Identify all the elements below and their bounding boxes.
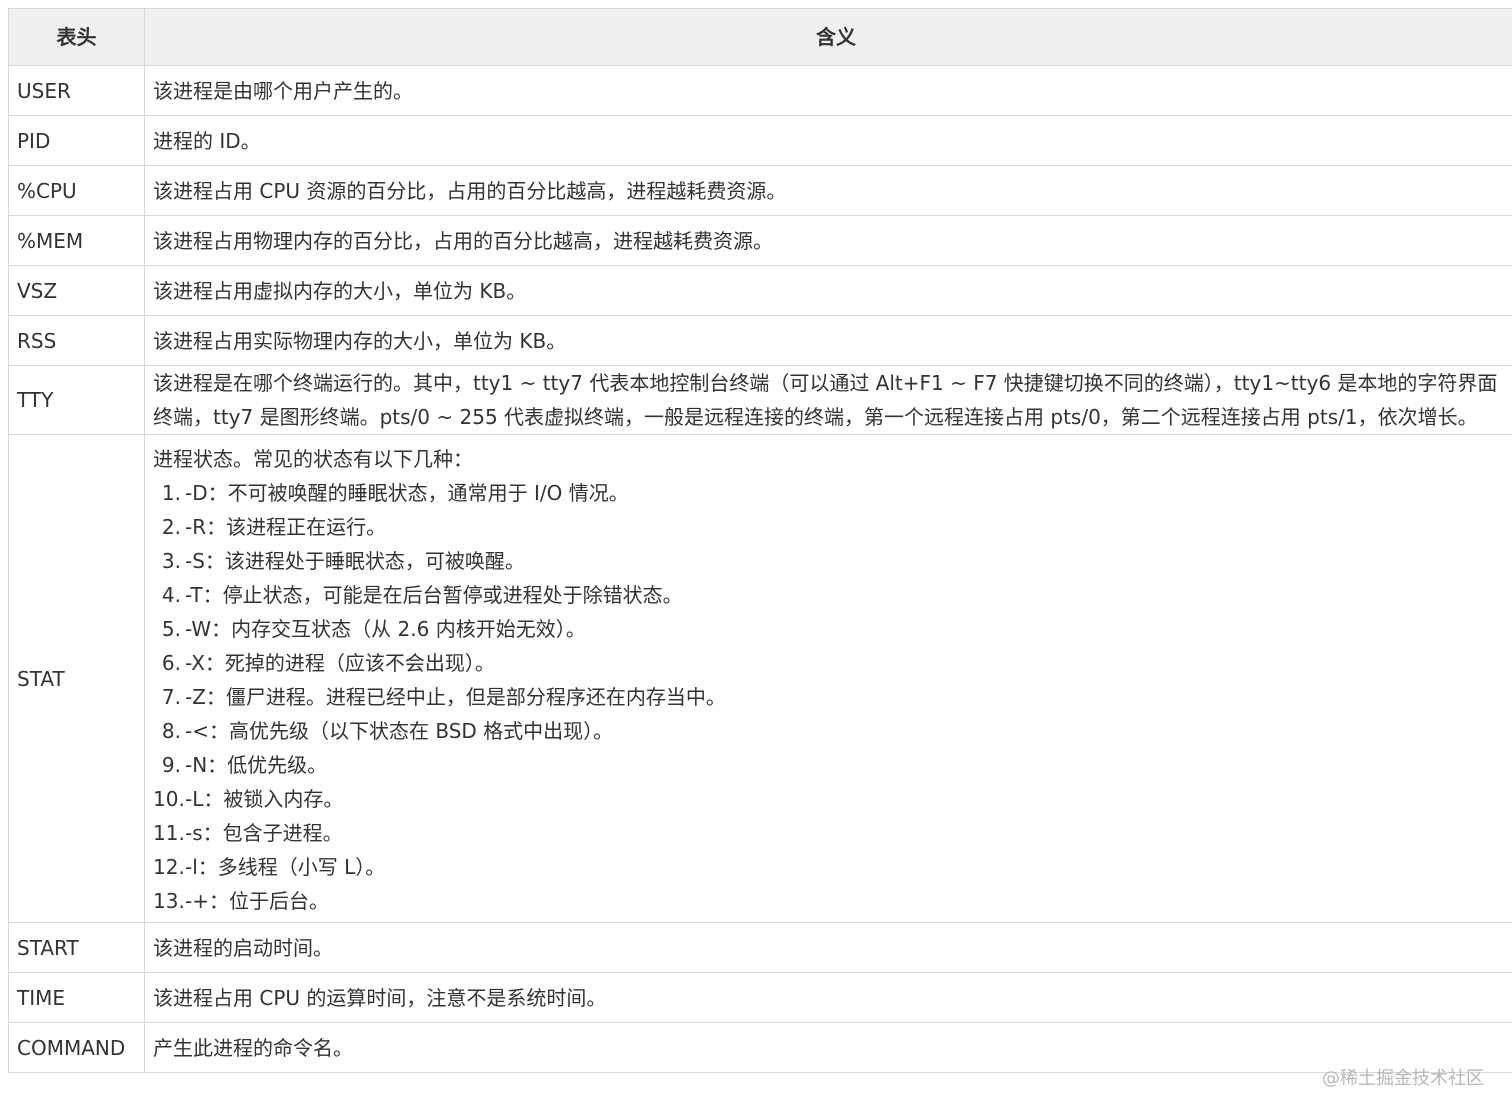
table-row: COMMAND 产生此进程的命令名。: [8, 1022, 1512, 1073]
stat-list-item: 3. -S：该进程处于睡眠状态，可被唤醒。: [153, 544, 1501, 578]
stat-item-number: 3.: [161, 549, 181, 573]
table-row: STAT 进程状态。常见的状态有以下几种： 1. -D：不可被唤醒的睡眠状态，通常…: [8, 434, 1512, 923]
field-name: RSS: [8, 315, 145, 366]
table-header-row: 表头 含义: [8, 8, 1512, 66]
stat-item-number: 8.: [161, 719, 181, 743]
ps-fields-table: 表头 含义 USER 该进程是由哪个用户产生的。 PID 进程的 ID。 %CP…: [8, 8, 1512, 1073]
stat-item-number: 13.: [153, 889, 185, 913]
stat-item-number: 1.: [161, 481, 181, 505]
stat-item-number: 5.: [161, 617, 181, 641]
field-desc: 该进程占用物理内存的百分比，占用的百分比越高，进程越耗费资源。: [144, 215, 1512, 266]
stat-list-item: 7. -Z：僵尸进程。进程已经中止，但是部分程序还在内存当中。: [153, 680, 1501, 714]
field-desc: 该进程是在哪个终端运行的。其中，tty1 ~ tty7 代表本地控制台终端（可以…: [144, 365, 1512, 435]
stat-item-text: -R：该进程正在运行。: [185, 515, 387, 539]
stat-list-item: 11.-s：包含子进程。: [153, 816, 1501, 850]
table-row: RSS 该进程占用实际物理内存的大小，单位为 KB。: [8, 315, 1512, 366]
table-row: VSZ 该进程占用虚拟内存的大小，单位为 KB。: [8, 265, 1512, 316]
stat-item-number: 4.: [161, 583, 181, 607]
stat-list-item: 12.-l：多线程（小写 L）。: [153, 850, 1501, 884]
field-desc: 该进程是由哪个用户产生的。: [144, 65, 1512, 116]
field-desc: 该进程占用 CPU 资源的百分比，占用的百分比越高，进程越耗费资源。: [144, 165, 1512, 216]
header-meaning: 含义: [144, 8, 1512, 66]
field-desc: 该进程的启动时间。: [144, 922, 1512, 973]
field-name: PID: [8, 115, 145, 166]
table-row: TIME 该进程占用 CPU 的运算时间，注意不是系统时间。: [8, 972, 1512, 1023]
stat-item-number: 6.: [161, 651, 181, 675]
field-name: STAT: [8, 434, 145, 923]
stat-intro: 进程状态。常见的状态有以下几种：: [153, 447, 473, 471]
field-desc: 该进程占用实际物理内存的大小，单位为 KB。: [144, 315, 1512, 366]
stat-list-item: 6. -X：死掉的进程（应该不会出现）。: [153, 646, 1501, 680]
stat-item-number: 2.: [161, 515, 181, 539]
table-row: %MEM 该进程占用物理内存的百分比，占用的百分比越高，进程越耗费资源。: [8, 215, 1512, 266]
stat-item-number: 10.: [153, 787, 185, 811]
stat-item-text: -<：高优先级（以下状态在 BSD 格式中出现）。: [185, 719, 614, 743]
stat-item-text: -W：内存交互状态（从 2.6 内核开始无效）。: [185, 617, 586, 641]
stat-item-text: -L：被锁入内存。: [185, 787, 344, 811]
stat-list-item: 2. -R：该进程正在运行。: [153, 510, 1501, 544]
field-desc: 进程的 ID。: [144, 115, 1512, 166]
stat-list-item: 4. -T：停止状态，可能是在后台暂停或进程处于除错状态。: [153, 578, 1501, 612]
stat-item-text: -l：多线程（小写 L）。: [185, 855, 386, 879]
table-row: %CPU 该进程占用 CPU 资源的百分比，占用的百分比越高，进程越耗费资源。: [8, 165, 1512, 216]
header-field: 表头: [8, 8, 145, 66]
stat-list-item: 1. -D：不可被唤醒的睡眠状态，通常用于 I/O 情况。: [153, 476, 1501, 510]
stat-item-text: -X：死掉的进程（应该不会出现）。: [185, 651, 495, 675]
stat-item-text: -Z：僵尸进程。进程已经中止，但是部分程序还在内存当中。: [185, 685, 726, 709]
field-name: %MEM: [8, 215, 145, 266]
stat-item-text: -D：不可被唤醒的睡眠状态，通常用于 I/O 情况。: [185, 481, 629, 505]
field-desc: 该进程占用 CPU 的运算时间，注意不是系统时间。: [144, 972, 1512, 1023]
field-name: TTY: [8, 365, 145, 435]
stat-item-number: 12.: [153, 855, 185, 879]
stat-item-text: -N：低优先级。: [185, 753, 328, 777]
table-row: START 该进程的启动时间。: [8, 922, 1512, 973]
table-row: USER 该进程是由哪个用户产生的。: [8, 65, 1512, 116]
stat-list-item: 10.-L：被锁入内存。: [153, 782, 1501, 816]
field-name: USER: [8, 65, 145, 116]
page: 表头 含义 USER 该进程是由哪个用户产生的。 PID 进程的 ID。 %CP…: [0, 0, 1512, 1116]
stat-item-number: 9.: [161, 753, 181, 777]
stat-list-item: 9. -N：低优先级。: [153, 748, 1501, 782]
stat-item-number: 7.: [161, 685, 181, 709]
field-name: COMMAND: [8, 1022, 145, 1073]
stat-item-text: -s：包含子进程。: [185, 821, 343, 845]
field-desc: 产生此进程的命令名。: [144, 1022, 1512, 1073]
stat-list: 1. -D：不可被唤醒的睡眠状态，通常用于 I/O 情况。 2. -R：该进程正在运行…: [153, 476, 1501, 922]
watermark: @稀土掘金技术社区: [1322, 1068, 1484, 1089]
stat-item-text: -T：停止状态，可能是在后台暂停或进程处于除错状态。: [185, 583, 683, 607]
field-name: %CPU: [8, 165, 145, 216]
stat-item-number: 11.: [153, 821, 185, 845]
stat-item-text: -+：位于后台。: [185, 889, 329, 913]
field-name: TIME: [8, 972, 145, 1023]
stat-list-item: 5. -W：内存交互状态（从 2.6 内核开始无效）。: [153, 612, 1501, 646]
field-name: VSZ: [8, 265, 145, 316]
field-name: START: [8, 922, 145, 973]
field-desc: 该进程占用虚拟内存的大小，单位为 KB。: [144, 265, 1512, 316]
table-row: TTY 该进程是在哪个终端运行的。其中，tty1 ~ tty7 代表本地控制台终…: [8, 365, 1512, 435]
stat-item-text: -S：该进程处于睡眠状态，可被唤醒。: [185, 549, 525, 573]
stat-desc-cell: 进程状态。常见的状态有以下几种： 1. -D：不可被唤醒的睡眠状态，通常用于 I/…: [144, 434, 1512, 923]
table-row: PID 进程的 ID。: [8, 115, 1512, 166]
stat-list-item: 8. -<：高优先级（以下状态在 BSD 格式中出现）。: [153, 714, 1501, 748]
stat-list-item: 13.-+：位于后台。: [153, 884, 1501, 918]
